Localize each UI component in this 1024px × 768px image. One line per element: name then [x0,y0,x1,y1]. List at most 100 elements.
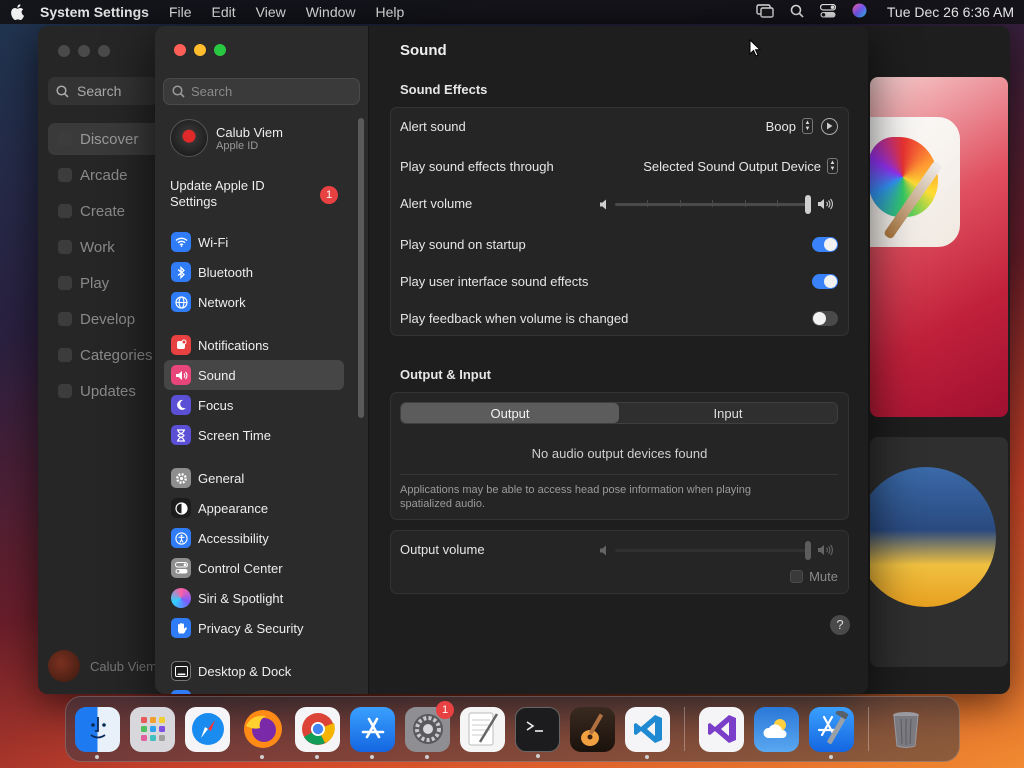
window-menu[interactable]: Window [306,4,356,20]
minimize-button[interactable] [78,45,90,57]
app-store-search-input[interactable]: Search [48,77,158,105]
tab-input[interactable]: Input [619,403,837,423]
sidebar-item-label: Sound [198,367,236,383]
app-store-user[interactable]: Calub Viem [48,650,157,682]
alert-sound-popup[interactable]: Boop ▲ ▼ [766,118,813,134]
tab-output[interactable]: Output [401,403,619,423]
update-apple-id-item[interactable]: Update Apple ID Settings 1 [170,178,345,210]
control-center-icon [171,558,191,578]
edit-menu[interactable]: Edit [212,4,236,20]
sound-effects-heading: Sound Effects [400,82,488,97]
sidebar-item-screen-time[interactable]: Screen Time [164,420,344,450]
volume-feedback-row: Play feedback when volume is changed [400,308,838,328]
startup-sound-toggle[interactable] [812,236,838,252]
sidebar-item-siri-spotlight[interactable]: Siri & Spotlight [164,583,344,613]
menubar-clock[interactable]: Tue Dec 26 6:36 AM [887,4,1014,20]
app-store-nav-updates[interactable]: Updates [48,375,168,407]
zoom-button[interactable] [98,45,110,57]
mute-checkbox-row[interactable]: Mute [790,569,838,584]
dock-garageband[interactable] [570,706,615,752]
file-menu[interactable]: File [169,4,192,20]
gear-icon [171,468,191,488]
output-volume-slider[interactable] [599,540,834,560]
sidebar-item-focus[interactable]: Focus [164,390,344,420]
sound-effects-group: Alert sound Boop ▲ ▼ Play sound effects t… [390,107,849,336]
garageband-icon [580,713,603,746]
dock-finder[interactable] [75,706,120,759]
view-menu[interactable]: View [256,4,286,20]
spotlight-search-icon[interactable] [790,4,804,21]
sidebar-item-wifi[interactable]: Wi-Fi [164,227,344,257]
slider-thumb[interactable] [805,540,811,560]
volume-feedback-toggle[interactable] [812,310,838,326]
sidebar-scrollbar[interactable] [358,118,364,418]
rocket-icon [58,276,72,290]
dock-weather[interactable] [754,706,799,752]
grid-icon [58,348,72,362]
no-devices-message: No audio output devices found [531,446,708,461]
head-pose-note: Applications may be able to access head … [400,484,751,510]
slider-tick [777,199,778,207]
sidebar-group-desktop: Desktop & Dock [164,656,344,686]
dock-textedit[interactable] [460,706,505,752]
dock-visual-studio[interactable] [699,706,744,752]
moon-icon [171,395,191,415]
update-badge: 1 [320,186,338,204]
play-alert-sound-button[interactable] [821,117,838,135]
play-through-popup[interactable]: Selected Sound Output Device ▲ ▼ [643,158,838,174]
sidebar-item-notifications[interactable]: Notifications [164,330,344,360]
zoom-button[interactable] [214,44,226,56]
alert-volume-slider[interactable] [599,194,834,214]
dock-visual-studio-code[interactable] [625,706,670,759]
sidebar-item-network[interactable]: Network [164,287,344,317]
close-button[interactable] [58,45,70,57]
app-store-nav-play[interactable]: Play [48,267,168,299]
sidebar-item-sound[interactable]: Sound [164,360,344,390]
app-store-nav-work[interactable]: Work [48,231,168,263]
alert-volume-label: Alert volume [400,195,473,211]
featured-app-card[interactable] [870,77,1008,417]
dock-launchpad[interactable] [130,706,175,752]
app-store-nav-arcade[interactable]: Arcade [48,159,168,191]
control-center-menu-icon[interactable] [819,3,836,21]
close-button[interactable] [174,44,186,56]
slider-thumb[interactable] [805,194,811,214]
featured-game-card[interactable] [870,437,1008,667]
dock-trash[interactable] [883,707,928,752]
sidebar-item-bluetooth[interactable]: Bluetooth [164,257,344,287]
screen-mirroring-icon[interactable] [756,3,774,21]
app-name-menu[interactable]: System Settings [40,4,149,20]
apple-menu-icon[interactable] [10,4,26,20]
app-store-nav-discover[interactable]: Discover [48,123,168,155]
dock-safari[interactable] [185,706,230,752]
dock-firefox[interactable] [240,707,285,759]
apple-id-profile[interactable]: Calub Viem Apple ID [170,119,283,157]
sidebar-item-accessibility[interactable]: Accessibility [164,523,344,553]
alert-sound-value: Boop [765,118,796,134]
dock-system-settings[interactable]: 1 [405,700,454,759]
ui-sound-effects-toggle[interactable] [812,273,838,289]
dock-chrome[interactable] [295,706,340,759]
app-store-nav-develop[interactable]: Develop [48,303,168,335]
mute-checkbox[interactable] [790,570,804,583]
sidebar-item-appearance[interactable]: Appearance [164,493,344,523]
dock-xcode[interactable] [809,706,854,759]
help-menu[interactable]: Help [376,4,405,20]
dock-terminal[interactable] [515,706,560,758]
sidebar-item-privacy-security[interactable]: Privacy & Security [164,613,344,643]
vscode-icon [633,715,662,743]
sidebar-item-desktop-dock[interactable]: Desktop & Dock [164,656,344,686]
mouse-cursor-icon [749,39,761,57]
app-store-nav: Discover Arcade Create Work Play Develop… [48,123,168,411]
sidebar-group-general: General Appearance Accessibility Control… [164,463,344,643]
app-store-nav-create[interactable]: Create [48,195,168,227]
minimize-button[interactable] [194,44,206,56]
settings-search-input[interactable]: Search [163,78,360,105]
siri-icon[interactable] [852,3,867,21]
app-store-nav-categories[interactable]: Categories [48,339,168,371]
sidebar-item-general[interactable]: General [164,463,344,493]
settings-sidebar: Search Calub Viem Apple ID Update Apple … [155,26,369,694]
help-button[interactable]: ? [830,615,850,635]
sidebar-item-control-center[interactable]: Control Center [164,553,344,583]
dock-app-store[interactable] [350,706,395,759]
